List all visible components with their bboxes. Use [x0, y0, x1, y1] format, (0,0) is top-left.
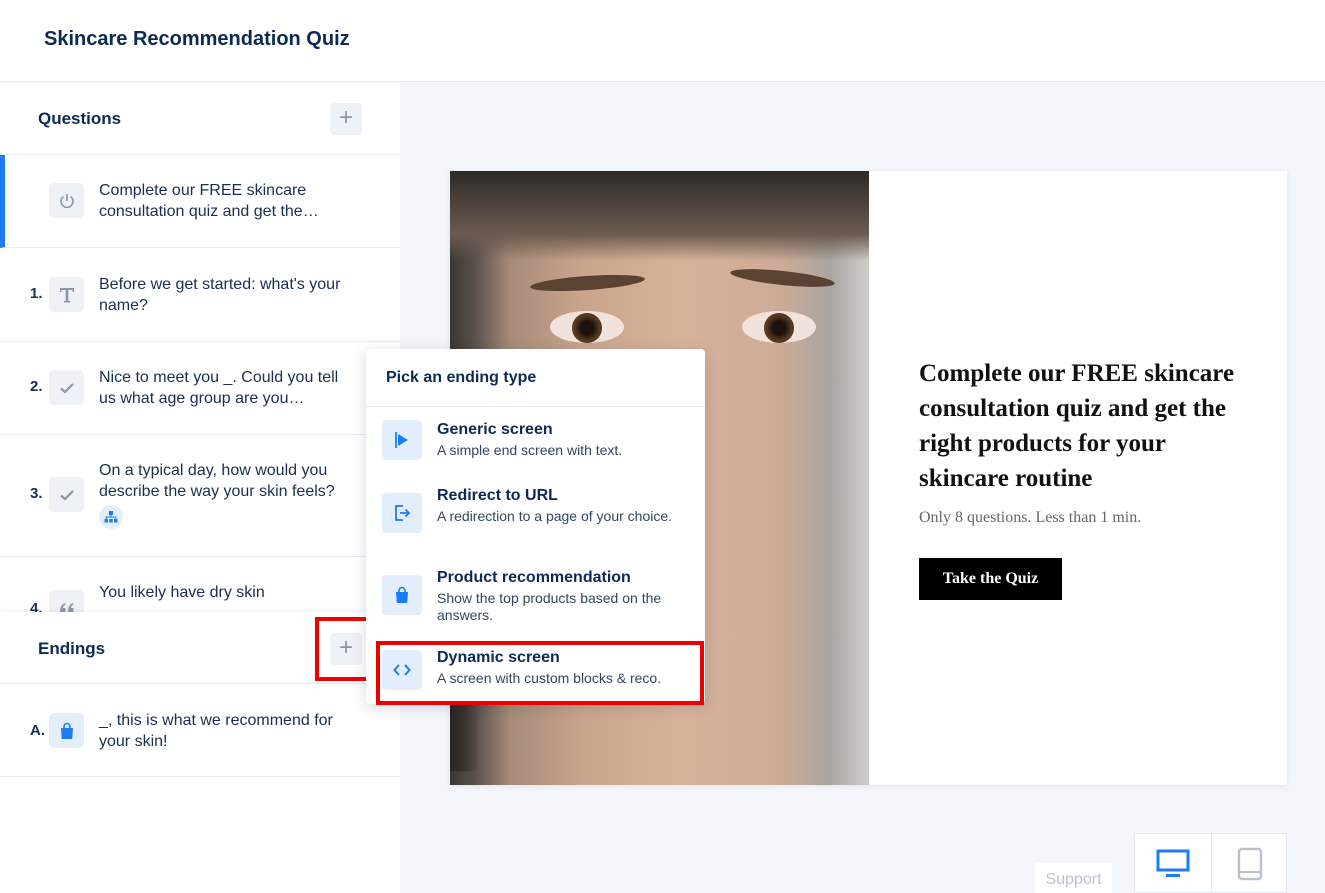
tablet-view-icon[interactable] [1212, 834, 1288, 893]
redirect-icon [382, 493, 422, 533]
add-question-button[interactable]: + [330, 103, 362, 135]
hero-image-hair [450, 171, 869, 261]
hero-image-brow-left [529, 272, 646, 294]
ending-type-menu-header: Pick an ending type [366, 349, 705, 407]
hero-image-eye-right [742, 311, 816, 343]
question-text: Nice to meet you _. Could you tell us wh… [99, 369, 339, 407]
option-title: Redirect to URL [437, 487, 558, 504]
top-bar: Skincare Recommendation Quiz [0, 0, 1325, 82]
question-item-welcome[interactable]: Complete our FREE skincare consultation … [0, 155, 400, 248]
ending-text: _, this is what we recommend for your sk… [99, 712, 333, 750]
question-number: 2. [30, 378, 43, 395]
support-button[interactable]: Support [1035, 863, 1112, 893]
take-quiz-button[interactable]: Take the Quiz [919, 558, 1062, 600]
option-product-recommendation[interactable]: Product recommendation Show the top prod… [366, 567, 705, 637]
option-description: A redirection to a page of your choice. [437, 508, 673, 524]
hero-image-brow-right [729, 265, 836, 291]
shopping-bag-icon [382, 575, 422, 615]
question-text: On a typical day, how would you describe… [99, 462, 335, 500]
quote-icon [49, 590, 84, 612]
question-item-4[interactable]: 4. You likely have dry skin [0, 557, 400, 612]
branching-logic-icon[interactable] [99, 505, 123, 529]
question-list: Complete our FREE skincare consultation … [0, 155, 400, 612]
option-description: Show the top products based on the answe… [437, 590, 662, 623]
option-redirect-url[interactable]: Redirect to URL A redirection to a page … [366, 485, 705, 555]
power-icon [49, 183, 84, 218]
desktop-view-icon[interactable] [1135, 834, 1211, 893]
sidebar: Questions + Complete our FREE skincare c… [0, 83, 400, 893]
shopping-bag-icon [49, 713, 84, 748]
question-number: 3. [30, 485, 43, 502]
option-generic-screen[interactable]: Generic screen A simple end screen with … [366, 417, 705, 473]
check-icon [49, 370, 84, 405]
question-number: 4. [30, 600, 43, 612]
question-item-1[interactable]: 1. Before we get started: what's your na… [0, 248, 400, 342]
check-icon [49, 477, 84, 512]
option-title: Generic screen [437, 421, 553, 438]
app-title: Skincare Recommendation Quiz [44, 28, 350, 50]
hero-title: Complete our FREE skincare consultation … [919, 360, 1235, 492]
endings-header: Endings + [0, 612, 400, 684]
text-icon [49, 277, 84, 312]
question-item-3[interactable]: 3. On a typical day, how would you descr… [0, 435, 400, 557]
code-icon [382, 650, 422, 690]
hero-subtitle: Only 8 questions. Less than 1 min. [919, 509, 1142, 526]
questions-label: Questions [38, 109, 122, 128]
question-text: You likely have dry skin [99, 584, 265, 601]
question-text: Before we get started: what's your name? [99, 276, 341, 314]
endings-label: Endings [38, 639, 106, 658]
option-description: A simple end screen with text. [437, 442, 623, 458]
option-description: A screen with custom blocks & reco. [437, 670, 662, 686]
option-title: Dynamic screen [437, 649, 560, 666]
device-switcher [1134, 833, 1287, 893]
option-title: Product recommendation [437, 569, 631, 586]
ending-item-a[interactable]: A. _, this is what we recommend for your… [0, 684, 400, 777]
questions-header: Questions + [0, 83, 400, 155]
ending-letter: A. [30, 722, 45, 739]
question-text: Complete our FREE skincare consultation … [99, 182, 319, 220]
add-ending-button[interactable]: + [330, 633, 362, 665]
option-dynamic-screen[interactable]: Dynamic screen A screen with custom bloc… [366, 647, 705, 703]
flag-icon [382, 420, 422, 460]
ending-type-menu-title: Pick an ending type [386, 369, 537, 386]
question-item-2[interactable]: 2. Nice to meet you _. Could you tell us… [0, 342, 400, 435]
question-number: 1. [30, 285, 43, 302]
ending-type-menu: Pick an ending type Generic screen A sim… [366, 349, 705, 704]
hero-image-eye-left [550, 311, 624, 343]
